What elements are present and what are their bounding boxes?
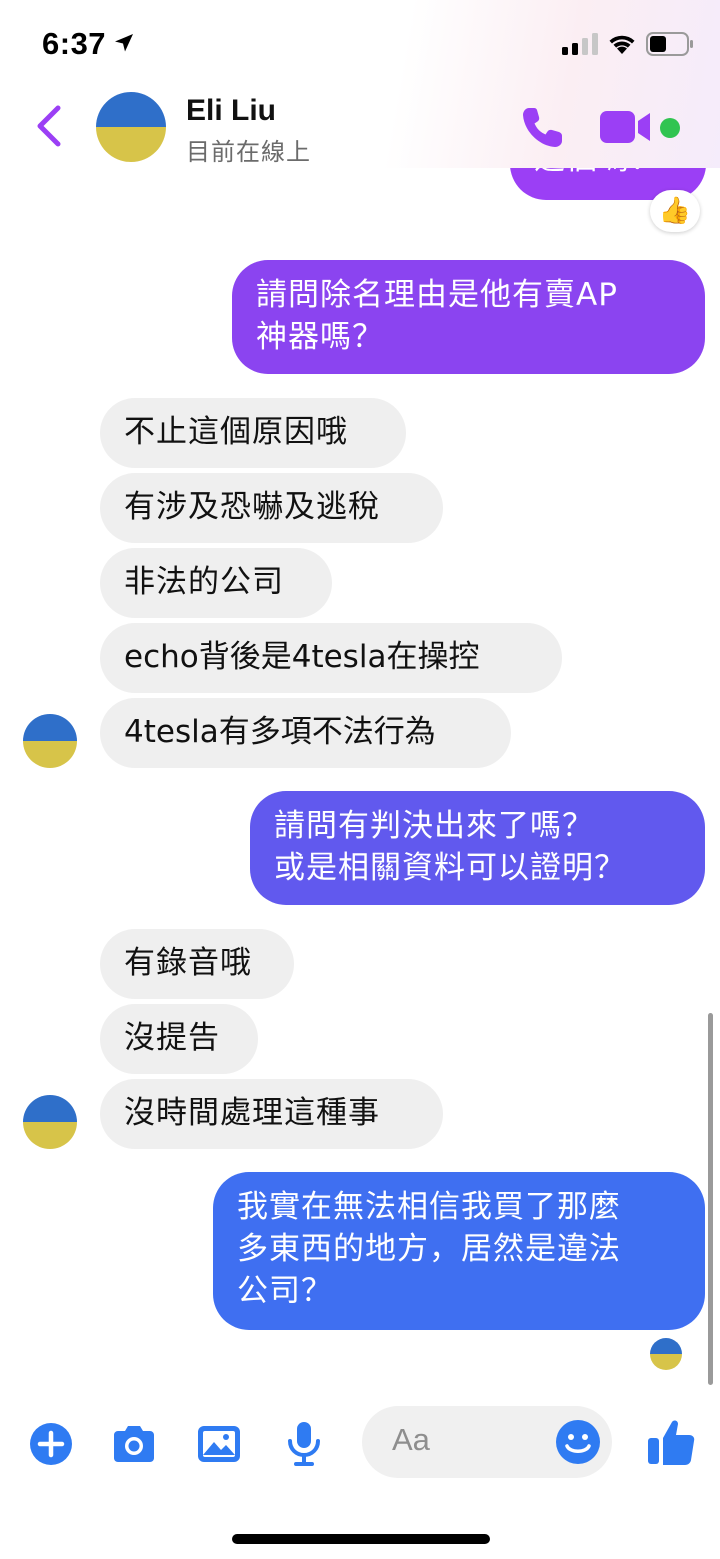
camera-icon[interactable] [110, 1420, 158, 1468]
contact-avatar-small[interactable] [23, 1095, 77, 1149]
status-bar: 6:37 [0, 0, 720, 88]
outgoing-message[interactable]: 我實在無法相信我買了那麼 多東西的地方，居然是違法 公司？ [213, 1172, 705, 1330]
message-input-placeholder: Aa [392, 1422, 430, 1457]
outgoing-message[interactable]: 請問有判決出來了嗎？ 或是相關資料可以證明？ [250, 791, 705, 905]
message-input[interactable]: Aa [362, 1406, 612, 1478]
incoming-message[interactable]: 非法的公司 [100, 548, 332, 618]
incoming-message[interactable]: 沒時間處理這種事 [100, 1079, 443, 1149]
cellular-signal-icon [562, 33, 598, 55]
scrollbar[interactable] [708, 1013, 713, 1385]
contact-avatar[interactable] [96, 92, 166, 162]
incoming-message[interactable]: 4tesla有多項不法行為 [100, 698, 511, 768]
incoming-message[interactable]: 有涉及恐嚇及逃稅 [100, 473, 443, 543]
emoji-icon[interactable] [554, 1418, 602, 1466]
chat-header: Eli Liu 目前在線上 [0, 88, 720, 168]
contact-status: 目前在線上 [186, 138, 311, 166]
phone-icon[interactable] [520, 104, 566, 150]
incoming-message[interactable]: 有錄音哦 [100, 929, 294, 999]
status-time: 6:37 [42, 26, 107, 61]
outgoing-message[interactable]: 請問除名理由是他有賣AP 神器嗎？ [232, 260, 705, 374]
contact-avatar-small[interactable] [23, 714, 77, 768]
plus-icon[interactable] [27, 1420, 75, 1468]
thumbs-up-icon[interactable] [645, 1416, 697, 1468]
incoming-message[interactable]: 沒提告 [100, 1004, 258, 1074]
home-indicator [232, 1534, 490, 1544]
wifi-icon [609, 35, 635, 54]
thumbs-up-reaction[interactable]: 👍 [650, 190, 700, 232]
contact-name[interactable]: Eli Liu [186, 94, 276, 128]
video-camera-icon[interactable] [598, 108, 654, 146]
online-indicator [660, 118, 680, 138]
incoming-message[interactable]: echo背後是4tesla在操控 [100, 623, 562, 693]
message-list[interactable]: 這個嗎？ 👍 請問除名理由是他有賣AP 神器嗎？ 不止這個原因哦 有涉及恐嚇及逃… [0, 168, 720, 1390]
image-icon[interactable] [195, 1420, 243, 1468]
read-receipt-avatar [650, 1338, 682, 1370]
incoming-message[interactable]: 不止這個原因哦 [100, 398, 406, 468]
back-chevron-icon[interactable] [32, 104, 66, 148]
composer-bar: Aa [0, 1390, 720, 1500]
microphone-icon[interactable] [280, 1420, 328, 1468]
location-arrow-icon [115, 34, 133, 52]
battery-icon [646, 32, 693, 56]
